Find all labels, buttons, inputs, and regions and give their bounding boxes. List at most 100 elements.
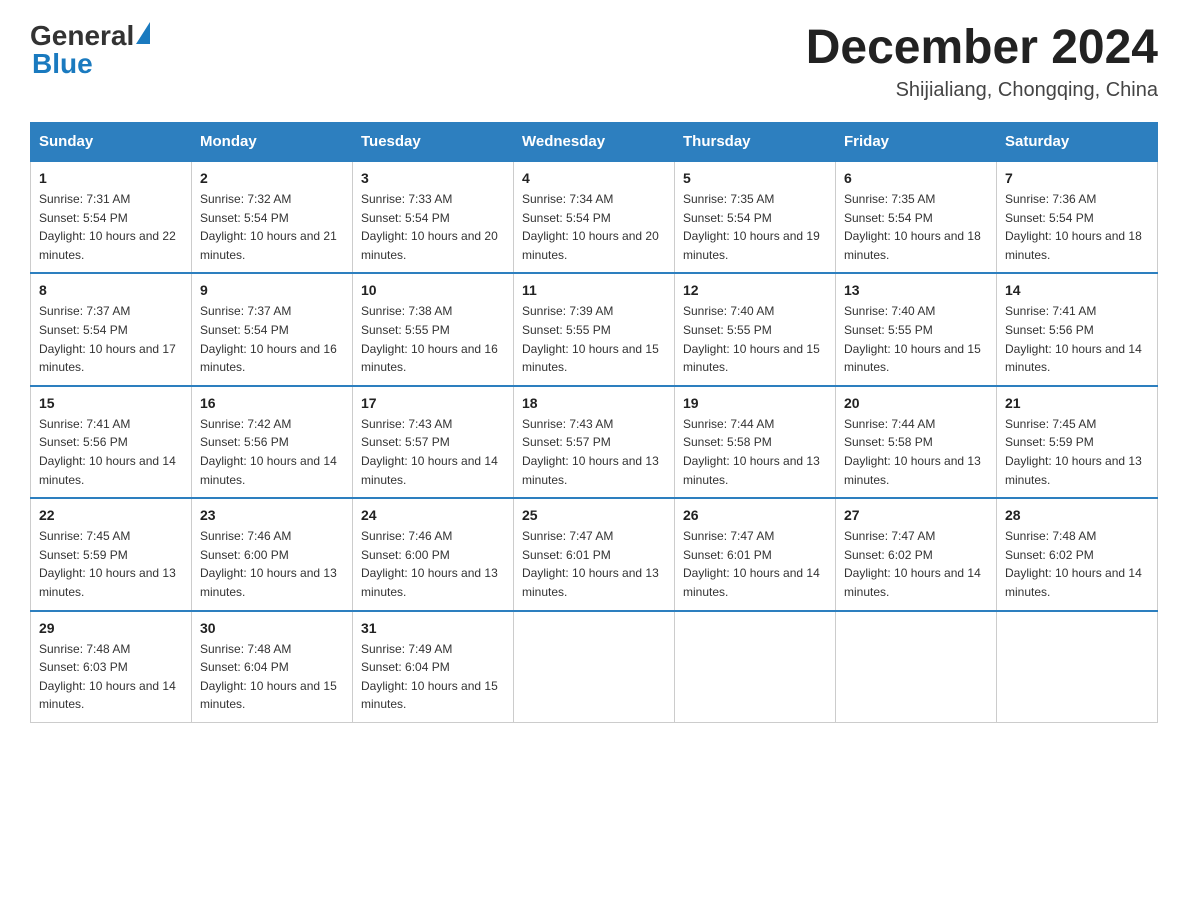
day-info: Sunrise: 7:49 AMSunset: 6:04 PMDaylight:…	[361, 640, 505, 714]
day-number: 9	[200, 282, 344, 298]
calendar-cell	[836, 611, 997, 723]
day-number: 13	[844, 282, 988, 298]
day-info: Sunrise: 7:36 AMSunset: 5:54 PMDaylight:…	[1005, 190, 1149, 264]
day-number: 10	[361, 282, 505, 298]
logo-triangle-icon	[136, 22, 150, 44]
day-info: Sunrise: 7:35 AMSunset: 5:54 PMDaylight:…	[844, 190, 988, 264]
calendar-cell: 11 Sunrise: 7:39 AMSunset: 5:55 PMDayligh…	[514, 273, 675, 385]
day-info: Sunrise: 7:45 AMSunset: 5:59 PMDaylight:…	[39, 527, 183, 601]
calendar-cell: 15Sunrise: 7:41 AMSunset: 5:56 PMDayligh…	[31, 386, 192, 498]
logo-blue-text: Blue	[32, 48, 150, 80]
location-text: Shijialiang, Chongqing, China	[806, 79, 1158, 102]
calendar-cell: 13 Sunrise: 7:40 AMSunset: 5:55 PMDayligh…	[836, 273, 997, 385]
day-info: Sunrise: 7:39 AMSunset: 5:55 PMDaylight:…	[522, 302, 666, 376]
day-number: 16	[200, 395, 344, 411]
day-number: 20	[844, 395, 988, 411]
day-number: 14	[1005, 282, 1149, 298]
day-info: Sunrise: 7:37 AMSunset: 5:54 PMDaylight:…	[200, 302, 344, 376]
day-info: Sunrise: 7:38 AMSunset: 5:55 PMDaylight:…	[361, 302, 505, 376]
day-info: Sunrise: 7:40 AMSunset: 5:55 PMDaylight:…	[683, 302, 827, 376]
calendar-week-row: 1 Sunrise: 7:31 AMSunset: 5:54 PMDaylight…	[31, 161, 1158, 273]
calendar-cell	[514, 611, 675, 723]
day-info: Sunrise: 7:46 AMSunset: 6:00 PMDaylight:…	[361, 527, 505, 601]
calendar-cell: 29 Sunrise: 7:48 AMSunset: 6:03 PMDayligh…	[31, 611, 192, 723]
day-info: Sunrise: 7:47 AMSunset: 6:01 PMDaylight:…	[683, 527, 827, 601]
day-number: 28	[1005, 507, 1149, 523]
calendar-cell: 3 Sunrise: 7:33 AMSunset: 5:54 PMDaylight…	[353, 161, 514, 273]
day-number: 24	[361, 507, 505, 523]
calendar-cell: 17 Sunrise: 7:43 AMSunset: 5:57 PMDayligh…	[353, 386, 514, 498]
column-header-wednesday: Wednesday	[514, 123, 675, 162]
calendar-cell: 16 Sunrise: 7:42 AMSunset: 5:56 PMDayligh…	[192, 386, 353, 498]
day-info: Sunrise: 7:48 AMSunset: 6:03 PMDaylight:…	[39, 640, 183, 714]
day-info: Sunrise: 7:41 AMSunset: 5:56 PMDaylight:…	[1005, 302, 1149, 376]
day-info: Sunrise: 7:35 AMSunset: 5:54 PMDaylight:…	[683, 190, 827, 264]
day-number: 22	[39, 507, 183, 523]
calendar-cell	[997, 611, 1158, 723]
column-header-saturday: Saturday	[997, 123, 1158, 162]
calendar-cell: 30 Sunrise: 7:48 AMSunset: 6:04 PMDayligh…	[192, 611, 353, 723]
day-info: Sunrise: 7:33 AMSunset: 5:54 PMDaylight:…	[361, 190, 505, 264]
day-info: Sunrise: 7:42 AMSunset: 5:56 PMDaylight:…	[200, 415, 344, 489]
day-number: 26	[683, 507, 827, 523]
day-info: Sunrise: 7:37 AMSunset: 5:54 PMDaylight:…	[39, 302, 183, 376]
calendar-cell: 28Sunrise: 7:48 AMSunset: 6:02 PMDayligh…	[997, 498, 1158, 610]
calendar-cell: 6 Sunrise: 7:35 AMSunset: 5:54 PMDaylight…	[836, 161, 997, 273]
calendar-cell: 1 Sunrise: 7:31 AMSunset: 5:54 PMDaylight…	[31, 161, 192, 273]
day-info: Sunrise: 7:43 AMSunset: 5:57 PMDaylight:…	[522, 415, 666, 489]
day-number: 4	[522, 170, 666, 186]
calendar-cell	[675, 611, 836, 723]
day-number: 25	[522, 507, 666, 523]
day-number: 15	[39, 395, 183, 411]
day-number: 18	[522, 395, 666, 411]
day-info: Sunrise: 7:46 AMSunset: 6:00 PMDaylight:…	[200, 527, 344, 601]
day-number: 12	[683, 282, 827, 298]
day-number: 7	[1005, 170, 1149, 186]
column-header-monday: Monday	[192, 123, 353, 162]
logo: General Blue	[30, 20, 150, 80]
day-number: 19	[683, 395, 827, 411]
calendar-cell: 21Sunrise: 7:45 AMSunset: 5:59 PMDayligh…	[997, 386, 1158, 498]
day-number: 11	[522, 282, 666, 298]
calendar-cell: 14 Sunrise: 7:41 AMSunset: 5:56 PMDayligh…	[997, 273, 1158, 385]
calendar-title-block: December 2024 Shijialiang, Chongqing, Ch…	[806, 20, 1158, 102]
calendar-cell: 10 Sunrise: 7:38 AMSunset: 5:55 PMDayligh…	[353, 273, 514, 385]
calendar-cell: 23Sunrise: 7:46 AMSunset: 6:00 PMDayligh…	[192, 498, 353, 610]
day-number: 3	[361, 170, 505, 186]
calendar-cell: 18 Sunrise: 7:43 AMSunset: 5:57 PMDayligh…	[514, 386, 675, 498]
day-number: 21	[1005, 395, 1149, 411]
day-info: Sunrise: 7:40 AMSunset: 5:55 PMDaylight:…	[844, 302, 988, 376]
column-header-thursday: Thursday	[675, 123, 836, 162]
day-number: 29	[39, 620, 183, 636]
day-number: 1	[39, 170, 183, 186]
day-info: Sunrise: 7:47 AMSunset: 6:02 PMDaylight:…	[844, 527, 988, 601]
day-number: 2	[200, 170, 344, 186]
day-number: 17	[361, 395, 505, 411]
day-info: Sunrise: 7:43 AMSunset: 5:57 PMDaylight:…	[361, 415, 505, 489]
day-info: Sunrise: 7:32 AMSunset: 5:54 PMDaylight:…	[200, 190, 344, 264]
day-info: Sunrise: 7:44 AMSunset: 5:58 PMDaylight:…	[844, 415, 988, 489]
calendar-cell: 4Sunrise: 7:34 AMSunset: 5:54 PMDaylight…	[514, 161, 675, 273]
day-info: Sunrise: 7:44 AMSunset: 5:58 PMDaylight:…	[683, 415, 827, 489]
day-number: 8	[39, 282, 183, 298]
day-info: Sunrise: 7:47 AMSunset: 6:01 PMDaylight:…	[522, 527, 666, 601]
calendar-cell: 24 Sunrise: 7:46 AMSunset: 6:00 PMDayligh…	[353, 498, 514, 610]
calendar-week-row: 29 Sunrise: 7:48 AMSunset: 6:03 PMDayligh…	[31, 611, 1158, 723]
calendar-header-row: SundayMondayTuesdayWednesdayThursdayFrid…	[31, 123, 1158, 162]
day-info: Sunrise: 7:48 AMSunset: 6:04 PMDaylight:…	[200, 640, 344, 714]
day-number: 30	[200, 620, 344, 636]
calendar-cell: 20 Sunrise: 7:44 AMSunset: 5:58 PMDayligh…	[836, 386, 997, 498]
calendar-cell: 7 Sunrise: 7:36 AMSunset: 5:54 PMDaylight…	[997, 161, 1158, 273]
day-number: 31	[361, 620, 505, 636]
calendar-cell: 12 Sunrise: 7:40 AMSunset: 5:55 PMDayligh…	[675, 273, 836, 385]
calendar-cell: 27Sunrise: 7:47 AMSunset: 6:02 PMDayligh…	[836, 498, 997, 610]
day-number: 5	[683, 170, 827, 186]
page-header: General Blue December 2024 Shijialiang, …	[30, 20, 1158, 102]
calendar-cell: 26 Sunrise: 7:47 AMSunset: 6:01 PMDayligh…	[675, 498, 836, 610]
calendar-cell: 25 Sunrise: 7:47 AMSunset: 6:01 PMDayligh…	[514, 498, 675, 610]
day-info: Sunrise: 7:31 AMSunset: 5:54 PMDaylight:…	[39, 190, 183, 264]
calendar-cell: 8 Sunrise: 7:37 AMSunset: 5:54 PMDaylight…	[31, 273, 192, 385]
day-number: 6	[844, 170, 988, 186]
calendar-week-row: 22 Sunrise: 7:45 AMSunset: 5:59 PMDayligh…	[31, 498, 1158, 610]
calendar-table: SundayMondayTuesdayWednesdayThursdayFrid…	[30, 122, 1158, 723]
